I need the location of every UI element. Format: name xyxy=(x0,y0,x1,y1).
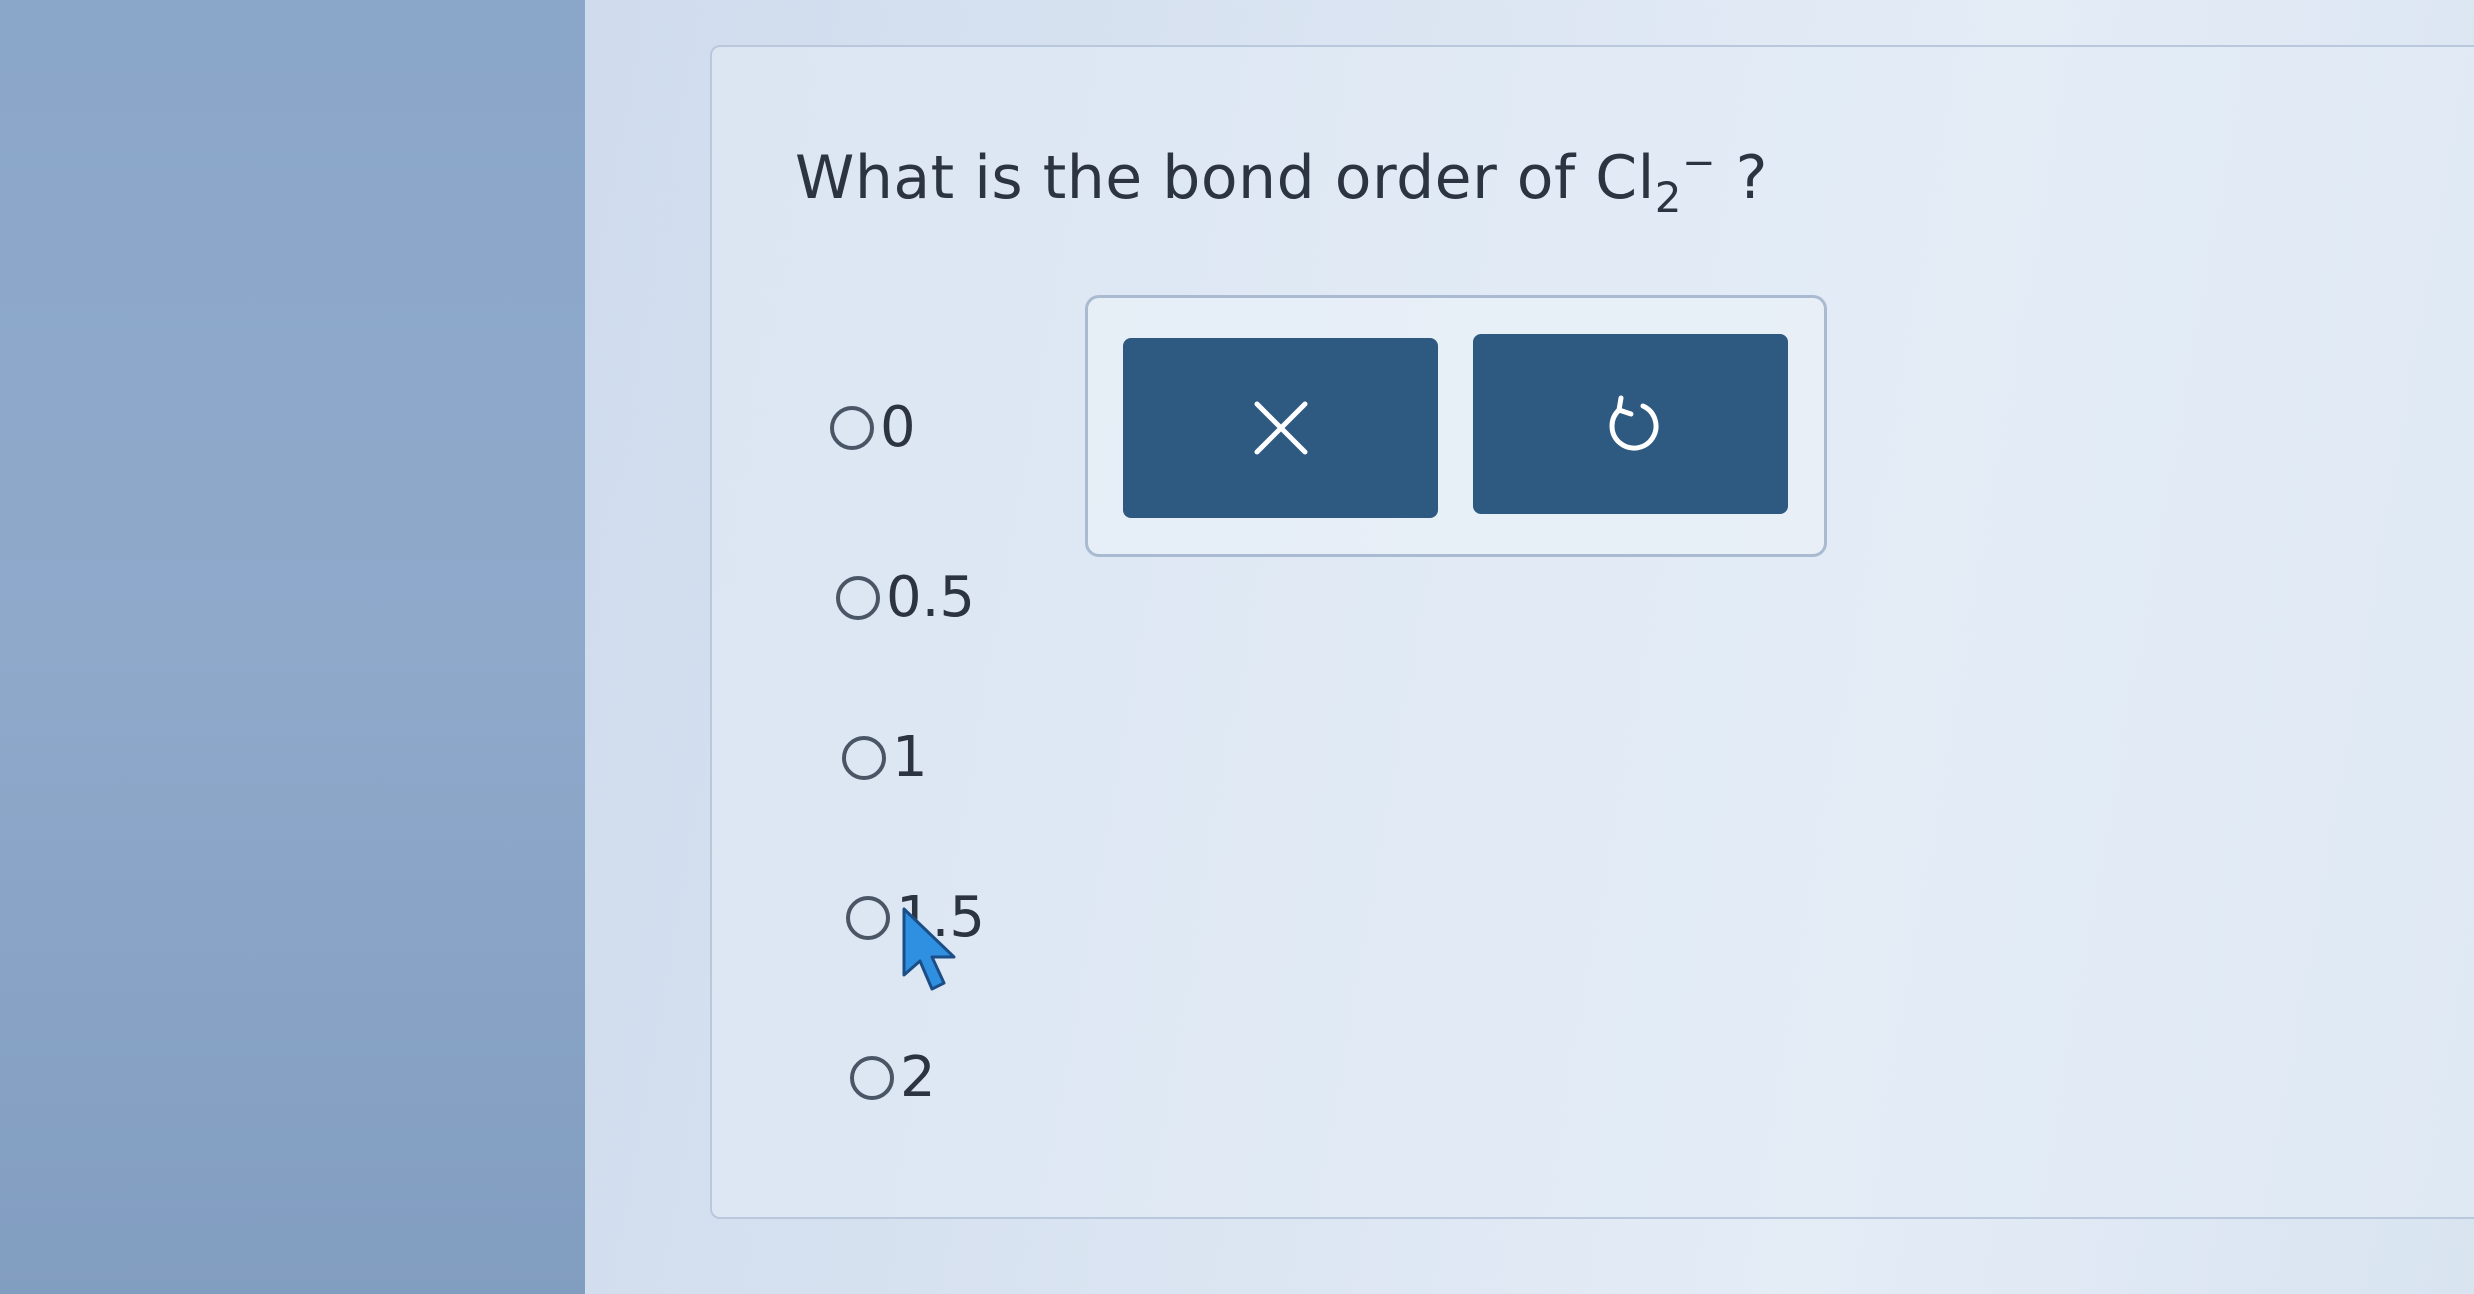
option-label: 0 xyxy=(880,395,916,460)
clear-button[interactable] xyxy=(1123,338,1438,518)
question-text: What is the bond order of Cl2− ? xyxy=(795,140,1768,222)
question-suffix: ? xyxy=(1735,143,1768,213)
left-sidebar-panel xyxy=(0,0,585,1294)
undo-icon xyxy=(1609,395,1658,451)
option-label: 2 xyxy=(900,1045,936,1110)
option-label: 1 xyxy=(892,725,928,790)
close-icon xyxy=(1254,401,1307,455)
option-2[interactable]: 2 xyxy=(850,1045,936,1110)
question-superscript: − xyxy=(1682,140,1717,186)
mouse-pointer-icon xyxy=(902,907,956,991)
radio-button[interactable] xyxy=(842,735,886,780)
option-0-5[interactable]: 0.5 xyxy=(836,565,975,630)
question-prefix: What is the bond order of Cl xyxy=(795,143,1655,213)
undo-button[interactable] xyxy=(1473,334,1788,514)
option-1[interactable]: 1 xyxy=(842,725,928,790)
option-0[interactable]: 0 xyxy=(830,395,916,460)
option-label: 0.5 xyxy=(886,565,976,630)
answer-tools-panel xyxy=(1085,295,1827,557)
radio-button[interactable] xyxy=(846,895,890,940)
radio-button[interactable] xyxy=(836,575,880,620)
question-subscript: 2 xyxy=(1654,173,1683,222)
radio-button[interactable] xyxy=(850,1055,894,1100)
radio-button[interactable] xyxy=(830,405,874,450)
